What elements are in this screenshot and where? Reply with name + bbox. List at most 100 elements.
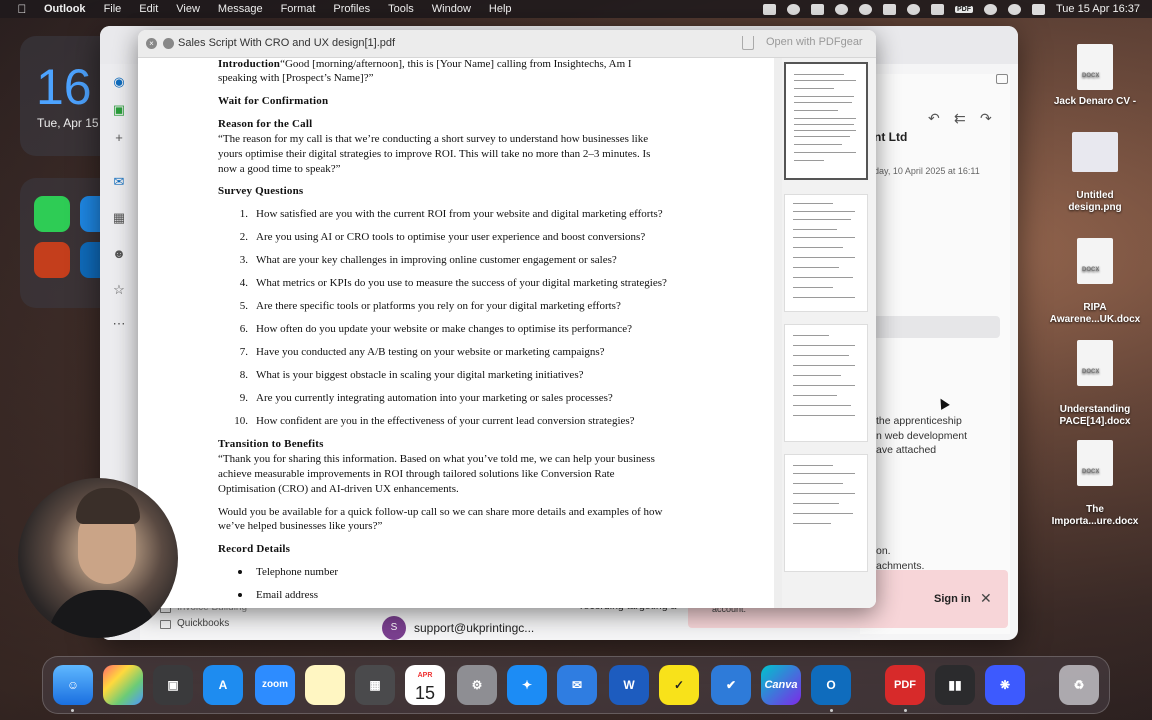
status-grid-icon[interactable] [883, 3, 896, 15]
status-app-icon[interactable] [763, 3, 776, 15]
reply-icon[interactable]: ↶ [928, 110, 940, 127]
question-number: 1. [239, 208, 248, 220]
briefcase-icon[interactable]: ▣ [111, 102, 127, 118]
record-heading: Record Details [218, 543, 291, 555]
notes-icon[interactable] [305, 665, 345, 705]
dock: ☺ ▣ A zoom ▦ APR 15 ⚙ ✦ ✉ W ✓ ✔ Canva O … [42, 656, 1110, 714]
word-icon[interactable]: W [609, 665, 649, 705]
menu-edit[interactable]: Edit [139, 3, 158, 15]
desktop-file-cv[interactable]: DOCX Jack Denaro CV - [1040, 44, 1150, 108]
tasks-icon[interactable]: ✔ [711, 665, 751, 705]
desktop-file-pace[interactable]: DOCX Understanding PACE[14].docx [1040, 328, 1150, 440]
desktop-file-importance[interactable]: DOCX The Importa...ure.docx [1040, 428, 1150, 540]
close-icon[interactable]: ✕ [980, 590, 992, 607]
message-date: day, 10 April 2025 at 16:11 [874, 166, 980, 176]
page-thumbnail-4[interactable] [784, 454, 868, 572]
bars-app-icon[interactable]: ▮▮ [935, 665, 975, 705]
question-item: Are there specific tools or platforms yo… [256, 300, 621, 312]
file-label: Untitled design.png [1068, 190, 1122, 213]
open-with-button[interactable]: Open with PDFgear [766, 36, 863, 48]
docx-file-icon: DOCX [1077, 238, 1113, 284]
question-item: How confident are you in the effectivene… [256, 415, 635, 427]
menu-window[interactable]: Window [432, 3, 471, 15]
calendar-icon[interactable]: ▦ [111, 210, 127, 226]
outlook-icon[interactable]: O [811, 665, 851, 705]
pdfgear-icon[interactable]: PDF [885, 665, 925, 705]
calculator-icon[interactable]: ▦ [355, 665, 395, 705]
question-number: 3. [239, 254, 248, 266]
zoom-icon[interactable]: zoom [255, 665, 295, 705]
thumbnail-sidebar [782, 58, 876, 608]
canva-icon[interactable]: Canva [761, 665, 801, 705]
battery-icon[interactable] [931, 3, 944, 15]
people-icon[interactable]: ☻ [111, 246, 127, 262]
page-thumbnail-3[interactable] [784, 324, 868, 442]
star-icon[interactable]: ☆ [111, 282, 127, 298]
mail-list-item[interactable]: S support@ukprintingc... [382, 616, 534, 640]
menu-bar:  Outlook File Edit View Message Format … [0, 0, 1152, 18]
message-body-continued: on. achments. [876, 545, 925, 572]
more-icon[interactable]: ⋯ [111, 316, 127, 332]
menu-help[interactable]: Help [489, 3, 512, 15]
status-creative-icon[interactable] [835, 3, 848, 15]
status-bars-icon[interactable] [811, 3, 824, 15]
desktop-file-ripa[interactable]: DOCX RIPA Awarene...UK.docx [1040, 226, 1150, 338]
settings-gear-app-icon[interactable]: ❋ [985, 665, 1025, 705]
desktop-file-untitled[interactable]: Untitled design.png [1040, 120, 1150, 226]
pdf-preview-window: × Sales Script With CRO and UX design[1]… [138, 30, 876, 608]
sign-in-button[interactable]: Sign in [934, 593, 971, 605]
todo-app-icon[interactable]: ✓ [659, 665, 699, 705]
wifi-icon[interactable] [984, 3, 997, 15]
pdf-status-icon[interactable]: PDF [955, 5, 973, 13]
mail-icon[interactable]: ✉ [111, 174, 127, 190]
page-thumbnail-1[interactable] [784, 62, 868, 180]
trash-icon[interactable]: ♻ [1059, 665, 1099, 705]
mail-sender: support@ukprintingc... [414, 621, 535, 635]
facetime-icon[interactable] [34, 196, 70, 232]
spotlight-search-icon[interactable] [1008, 3, 1021, 15]
menu-message[interactable]: Message [218, 3, 263, 15]
globe-icon[interactable]: ◉ [111, 74, 127, 90]
calendar-app-icon[interactable]: APR 15 [405, 665, 445, 705]
control-center-icon[interactable] [1032, 3, 1045, 15]
split-view-icon[interactable] [996, 74, 1008, 84]
share-icon[interactable] [742, 36, 754, 50]
image-file-icon [1072, 132, 1118, 172]
reading-highlight [870, 316, 1000, 338]
page-thumbnail-2[interactable] [784, 194, 868, 312]
screenshot-icon[interactable]: ▣ [153, 665, 193, 705]
forward-icon[interactable]: ↷ [980, 110, 992, 127]
folder-quickbooks[interactable]: Quickbooks [160, 616, 247, 632]
close-button[interactable]: × [146, 38, 157, 49]
add-account-icon[interactable]: + [111, 130, 127, 146]
transition-heading: Transition to Benefits [218, 438, 324, 450]
bullet-icon [238, 570, 242, 574]
system-settings-icon[interactable]: ⚙ [457, 665, 497, 705]
menu-tools[interactable]: Tools [388, 3, 414, 15]
mail-app-icon[interactable]: ✉ [557, 665, 597, 705]
docx-file-icon: DOCX [1077, 340, 1113, 386]
safari-icon[interactable]: ✦ [507, 665, 547, 705]
apple-icon[interactable]:  [14, 2, 30, 16]
menu-app-name[interactable]: Outlook [44, 3, 86, 15]
menu-format[interactable]: Format [281, 3, 316, 15]
menu-clock[interactable]: Tue 15 Apr 16:37 [1056, 3, 1140, 15]
fullscreen-button[interactable] [163, 38, 174, 49]
menu-file[interactable]: File [104, 3, 122, 15]
launchpad-icon[interactable] [103, 665, 143, 705]
question-number: 2. [239, 231, 248, 243]
menu-view[interactable]: View [176, 3, 200, 15]
reply-all-icon[interactable]: ⇇ [954, 110, 966, 127]
reason-line: now a good time to speak?” [218, 163, 341, 175]
menu-profiles[interactable]: Profiles [333, 3, 370, 15]
status-area: PDF Tue 15 Apr 16:37 [763, 0, 1140, 18]
app-store-icon[interactable]: A [203, 665, 243, 705]
pdf-page[interactable]: Introduction“Good [morning/afternoon], t… [138, 58, 774, 608]
powerpoint-icon[interactable] [34, 242, 70, 278]
question-number: 5. [239, 300, 248, 312]
status-gear-icon[interactable] [859, 3, 872, 15]
finder-icon[interactable]: ☺ [53, 665, 93, 705]
bluetooth-icon[interactable] [907, 3, 920, 15]
pdf-scrollbar[interactable] [774, 58, 782, 608]
status-sync-icon[interactable] [787, 3, 800, 15]
